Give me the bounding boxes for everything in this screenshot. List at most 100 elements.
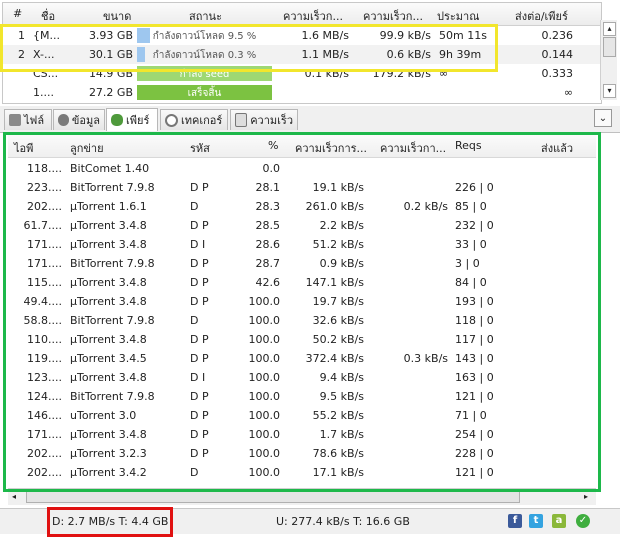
peer-row[interactable]: 202.... µTorrent 3.4.2 D 100.0 17.1 kB/s 121 … — [8, 463, 596, 482]
peer-client: µTorrent 3.4.8 — [70, 428, 147, 441]
android-icon[interactable]: a — [552, 514, 566, 528]
scroll-left-icon[interactable]: ◂ — [12, 492, 16, 501]
scroll-up-icon[interactable]: ▴ — [603, 22, 616, 36]
peer-ip: 171.... — [27, 238, 62, 251]
facebook-icon[interactable]: f — [508, 514, 522, 528]
upload-status: U: 277.4 kB/s T: 16.6 GB — [276, 515, 410, 528]
peer-row[interactable]: 171.... µTorrent 3.4.8 D I 28.6 51.2 kB/s 33 … — [8, 235, 596, 254]
peer-ip: 223.... — [27, 181, 62, 194]
peer-row[interactable]: 223.... BitTorrent 7.9.8 D P 28.1 19.1 kB/s 2… — [8, 178, 596, 197]
col-flags[interactable]: รหัส — [190, 139, 210, 157]
torrent-row[interactable]: 2 X-... 30.1 GB 1.1 MB/s 0.6 kB/s 9h 39m 0.144… — [3, 45, 601, 64]
peer-row[interactable]: 61.7.... µTorrent 3.4.8 D P 28.5 2.2 kB/s 232… — [8, 216, 596, 235]
col-reqs[interactable]: Reqs — [455, 139, 482, 152]
col-status[interactable]: สถานะ — [189, 7, 222, 25]
tab-speed-label: ความเร็ว — [250, 114, 293, 127]
collapse-panel-icon[interactable]: ⌄ — [594, 109, 612, 127]
peer-down: 2.2 kB/s — [319, 219, 364, 232]
peer-client: BitTorrent 7.9.8 — [70, 181, 155, 194]
twitter-icon[interactable]: t — [529, 514, 543, 528]
col-size[interactable]: ขนาด — [103, 7, 131, 25]
peer-row[interactable]: 146.... uTorrent 3.0 D P 100.0 55.2 kB/s 71 |… — [8, 406, 596, 425]
peer-row[interactable]: 115.... µTorrent 3.4.8 D P 42.6 147.1 kB/s 84… — [8, 273, 596, 292]
torrent-ratio: 0.333 — [541, 67, 574, 80]
col-ratio[interactable]: ส่งต่อ/เพียร์ — [515, 7, 568, 25]
torrent-row[interactable]: 1.... 27.2 GB ∞ เสร็จสิ้น — [3, 83, 601, 102]
peer-row[interactable]: 202.... µTorrent 3.2.3 D P 100.0 78.6 kB/s 22… — [8, 444, 596, 463]
peer-row[interactable]: 58.8.... BitTorrent 7.9.8 D 100.0 32.6 kB/s 1… — [8, 311, 596, 330]
torrent-size: 3.93 GB — [88, 29, 133, 42]
peer-row[interactable]: 202.... µTorrent 1.6.1 D 28.3 261.0 kB/s 0.2 … — [8, 197, 596, 216]
torrent-num: 2 — [18, 48, 25, 61]
scroll-thumb[interactable] — [603, 37, 616, 57]
col-ip[interactable]: ไอพี — [14, 139, 33, 157]
torrent-name: 1.... — [33, 86, 54, 99]
peers-horizontal-scrollbar[interactable]: ◂ ▸ — [8, 488, 596, 505]
peer-row[interactable]: 118.... BitComet 1.40 0.0 — [8, 159, 596, 178]
peer-pct: 42.6 — [255, 276, 281, 289]
torrent-size: 30.1 GB — [88, 48, 133, 61]
col-percent[interactable]: % — [268, 139, 278, 152]
torrent-list: # ชื่อ ขนาด สถานะ ความเร็วก... ความเร็วก… — [2, 2, 602, 104]
peer-flags: D P — [190, 181, 209, 194]
horizontal-scroll-thumb[interactable] — [26, 491, 520, 503]
peer-down: 51.2 kB/s — [312, 238, 364, 251]
peer-down: 19.1 kB/s — [312, 181, 364, 194]
col-eta[interactable]: ประมาณ — [437, 7, 479, 25]
peer-down: 1.7 kB/s — [319, 428, 364, 441]
detail-tabs: ไฟล์ ข้อมูล เพียร์ เทคเกอร์ ความเร็ว ⌄ — [0, 106, 620, 133]
peer-flags: D I — [190, 371, 206, 384]
torrent-ratio: ∞ — [563, 86, 573, 99]
tab-trackers[interactable]: เทคเกอร์ — [160, 109, 228, 130]
scroll-down-icon[interactable]: ▾ — [603, 84, 616, 98]
peer-client: BitTorrent 7.9.8 — [70, 390, 155, 403]
peer-pct: 100.0 — [248, 428, 281, 441]
peer-pct: 28.1 — [255, 181, 281, 194]
tab-peers[interactable]: เพียร์ — [106, 108, 158, 131]
peer-row[interactable]: 171.... BitTorrent 7.9.8 D P 28.7 0.9 kB/s 3 … — [8, 254, 596, 273]
col-client[interactable]: ลูกข่าย — [70, 139, 104, 157]
peer-pct: 100.0 — [248, 371, 281, 384]
peer-client: µTorrent 3.4.8 — [70, 295, 147, 308]
files-icon — [9, 114, 21, 126]
peer-down: 9.4 kB/s — [319, 371, 364, 384]
torrent-progress-bar: กำลัง seed — [137, 66, 272, 81]
torrent-row[interactable]: 1 {M... 3.93 GB 1.6 MB/s 99.9 kB/s 50m 11s 0.2… — [3, 26, 601, 45]
peer-client: µTorrent 3.4.5 — [70, 352, 147, 365]
peer-flags: D P — [190, 352, 209, 365]
torrent-list-scrollbar[interactable]: ▴ ▾ — [600, 20, 617, 100]
peer-row[interactable]: 171.... µTorrent 3.4.8 D P 100.0 1.7 kB/s 254… — [8, 425, 596, 444]
peer-row[interactable]: 49.4.... µTorrent 3.4.8 D P 100.0 19.7 kB/s 1… — [8, 292, 596, 311]
status-ok-icon[interactable]: ✓ — [576, 514, 590, 528]
torrent-progress-bar: กำลังดาวน์โหลด 0.3 % — [137, 47, 272, 62]
peer-down: 19.7 kB/s — [312, 295, 364, 308]
peer-reqs: 117 | 0 — [455, 333, 494, 346]
peer-row[interactable]: 119.... µTorrent 3.4.5 D P 100.0 372.4 kB/s 0… — [8, 349, 596, 368]
col-name[interactable]: ชื่อ — [41, 7, 55, 25]
tab-speed[interactable]: ความเร็ว — [230, 109, 298, 130]
col-peer-down-speed[interactable]: ความเร็วการ... — [295, 139, 367, 157]
scroll-right-icon[interactable]: ▸ — [584, 492, 588, 501]
col-down-speed[interactable]: ความเร็วก... — [283, 7, 343, 25]
peer-row[interactable]: 110.... µTorrent 3.4.8 D P 100.0 50.2 kB/s 11… — [8, 330, 596, 349]
tab-files[interactable]: ไฟล์ — [4, 109, 52, 130]
speed-graph-icon — [235, 113, 248, 127]
torrent-name: CS... — [33, 67, 59, 80]
col-uploaded[interactable]: ส่งแล้ว — [541, 139, 573, 157]
peer-reqs: 193 | 0 — [455, 295, 494, 308]
peer-pct: 28.5 — [255, 219, 281, 232]
peer-row[interactable]: 123.... µTorrent 3.4.8 D I 100.0 9.4 kB/s 163… — [8, 368, 596, 387]
peer-reqs: 121 | 0 — [455, 466, 494, 479]
torrent-up: 0.6 kB/s — [386, 48, 431, 61]
tab-info[interactable]: ข้อมูล — [53, 109, 105, 130]
peer-row[interactable]: 124.... BitTorrent 7.9.8 D P 100.0 9.5 kB/s 1… — [8, 387, 596, 406]
peer-client: µTorrent 1.6.1 — [70, 200, 147, 213]
torrent-row[interactable]: CS... 14.9 GB 0.1 kB/s 179.2 kB/s ∞ 0.333 กำลั… — [3, 64, 601, 83]
col-number[interactable]: # — [13, 7, 22, 20]
peer-client: BitComet 1.40 — [70, 162, 150, 175]
torrent-progress-bar: กำลังดาวน์โหลด 9.5 % — [137, 28, 272, 43]
peers-list: ไอพี ลูกข่าย รหัส % ความเร็วการ... ความเ… — [8, 135, 596, 488]
peers-icon — [111, 114, 123, 126]
col-peer-up-speed[interactable]: ความเร็วกา... — [380, 139, 446, 157]
col-up-speed[interactable]: ความเร็วก... — [363, 7, 423, 25]
